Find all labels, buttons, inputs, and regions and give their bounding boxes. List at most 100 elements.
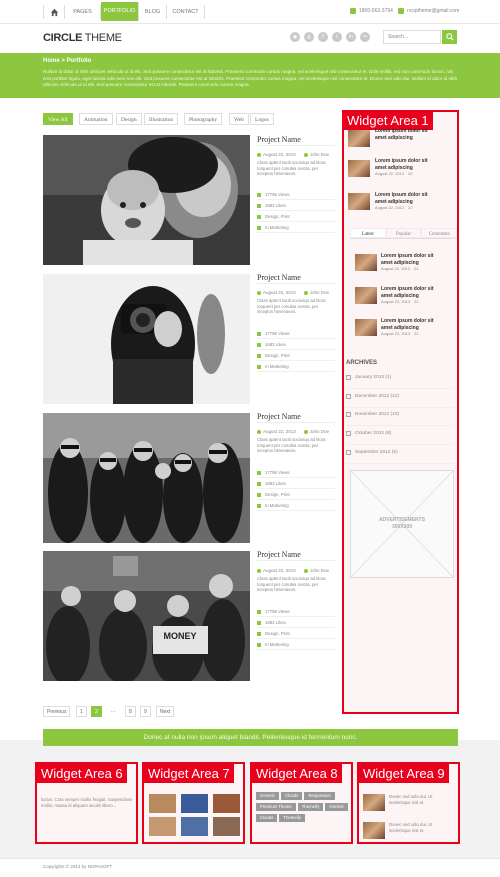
calendar-icon (346, 375, 351, 380)
eye-icon (257, 331, 261, 336)
project-title[interactable]: Project Name (257, 273, 301, 282)
post-thumbnail[interactable] (363, 822, 385, 839)
eye-icon (257, 470, 261, 475)
flickr-thumb[interactable] (181, 794, 208, 813)
filter-view-all[interactable]: View All (43, 113, 73, 125)
archives-heading: ARCHIVES (346, 360, 378, 366)
googleplus-icon[interactable]: g (304, 32, 314, 42)
tag-link[interactable]: Responsive (304, 792, 335, 800)
breadcrumb-home[interactable]: Home (43, 58, 60, 64)
pagination-page-current[interactable]: 2 (91, 706, 102, 717)
facebook-icon[interactable]: f (318, 32, 328, 42)
site-logo[interactable]: CIRCLE THEME (43, 32, 122, 44)
filter-logos[interactable]: Logos (250, 113, 274, 125)
project-likes: 1683 Likes (257, 620, 335, 628)
flickr-icon[interactable]: •• (360, 32, 370, 42)
project-likes: 1683 Likes (257, 342, 335, 350)
post-thumbnail[interactable] (348, 130, 370, 147)
divider (257, 422, 335, 423)
breadcrumb: Home > Portfolio (43, 58, 92, 64)
rss-icon[interactable]: ◉ (290, 32, 300, 42)
twitter-icon[interactable]: t (332, 32, 342, 42)
project-title[interactable]: Project Name (257, 135, 301, 144)
search-button[interactable] (442, 30, 457, 44)
sidebar-post[interactable]: Lorem ipsum dolor sit amet adipiscing Au… (375, 192, 433, 210)
divider (257, 560, 335, 561)
pagination-next[interactable]: Next (156, 706, 175, 717)
filter-illustration[interactable]: Illustration (144, 113, 179, 125)
project-image[interactable] (43, 135, 250, 265)
project-description: Class aptent taciti sociosqu ad litora t… (257, 437, 326, 454)
project-views: 17798 Views (257, 331, 335, 339)
tag-icon (257, 214, 261, 219)
flickr-thumb[interactable] (213, 794, 240, 813)
tag-link[interactable]: Themeify (297, 803, 324, 811)
post-thumbnail[interactable] (348, 160, 370, 177)
linkedin-icon[interactable]: in (346, 32, 356, 42)
project-title[interactable]: Project Name (257, 412, 301, 421)
tag-link[interactable]: Premium Theme (256, 803, 296, 811)
sidebar-post[interactable]: Lorem ipsum dolor sit amet adipiscing Au… (381, 318, 439, 336)
pagination-page[interactable]: 8 (125, 706, 136, 717)
sidebar-post[interactable]: Lorem ipsum dolor sit amet adipiscing Au… (381, 286, 439, 304)
nav-blog[interactable]: BLOG (139, 5, 167, 19)
tag-link[interactable]: Clouds (256, 814, 278, 822)
tag-link[interactable]: Themeify (279, 814, 306, 822)
bookmark-icon (257, 503, 261, 508)
post-thumbnail[interactable] (363, 794, 385, 811)
nav-portfolio[interactable]: PORTFOLIO (101, 2, 139, 21)
project-image[interactable]: MONEY (43, 551, 250, 681)
filter-design[interactable]: Design (116, 113, 142, 125)
widget-text: Donec sed odio dui. Ut scelerisque nisl … (389, 794, 433, 805)
post-thumbnail[interactable] (355, 287, 377, 304)
calendar-icon (346, 431, 351, 436)
heart-icon (257, 342, 261, 347)
flickr-thumb[interactable] (213, 817, 240, 836)
search-input[interactable]: Search... (383, 30, 441, 44)
project-tags: In Marketing (257, 225, 335, 233)
search-icon (445, 33, 454, 41)
project-likes: 1683 Likes (257, 481, 335, 489)
ad-placeholder[interactable]: ADVERTISEMENTS 300X300 (350, 470, 454, 578)
filter-web[interactable]: Web (229, 113, 249, 125)
flickr-thumb[interactable] (181, 817, 208, 836)
filter-photography[interactable]: Photography (184, 113, 223, 125)
project-description: Class aptent taciti sociosqu ad litora t… (257, 576, 326, 593)
archive-link[interactable]: September 2012 (5) (346, 442, 454, 464)
project-title[interactable]: Project Name (257, 550, 301, 559)
tab-popular[interactable]: Popular (385, 228, 422, 238)
pagination-page[interactable]: 9 (140, 706, 151, 717)
tab-latest[interactable]: Latest (350, 228, 386, 238)
widget-area-9: Widget Area 9 Donec sed odio dui. Ut sce… (357, 762, 460, 844)
post-meta: August 22, 2013 22 (381, 299, 419, 304)
post-thumbnail[interactable] (355, 254, 377, 271)
svg-text:MONEY: MONEY (163, 631, 196, 641)
sidebar-post[interactable]: Lorem ipsum dolor sit amet adipiscing Au… (381, 253, 439, 271)
pagination-page[interactable]: 1 (76, 706, 87, 717)
project-image[interactable] (43, 274, 250, 404)
tag-link[interactable]: Clouds (281, 792, 303, 800)
post-meta: August 22, 2013 22 (381, 266, 419, 271)
post-thumbnail[interactable] (348, 193, 370, 210)
sidebar-post[interactable]: Lorem ipsum dolor sit amet adipiscing Au… (375, 158, 433, 176)
flickr-thumb[interactable] (149, 794, 176, 813)
project-description: Class aptent taciti sociosqu ad litora t… (257, 298, 326, 315)
pagination-previous[interactable]: Previous (43, 706, 71, 717)
nav-contact[interactable]: CONTACT (167, 5, 205, 19)
tag-link[interactable]: Generic (256, 792, 280, 800)
tag-link[interactable]: Generic (325, 803, 349, 811)
project-categories: Design, Print (257, 353, 335, 361)
bookmark-icon (257, 364, 261, 369)
home-icon[interactable] (43, 5, 65, 19)
project-tags: In Marketing (257, 642, 335, 650)
email-info[interactable]: ncsptheme@gmail.com (398, 8, 459, 14)
project-views: 17798 Views (257, 609, 335, 617)
filter-animation[interactable]: Animation (79, 113, 113, 125)
baby-photo (43, 135, 250, 265)
tab-comments[interactable]: Comments (421, 228, 458, 238)
post-thumbnail[interactable] (355, 319, 377, 336)
nav-pages[interactable]: PAGES (65, 5, 101, 19)
sidebar-post[interactable]: Lorem ipsum dolor sit amet adipiscing (375, 128, 433, 141)
project-image[interactable] (43, 413, 250, 543)
flickr-thumb[interactable] (149, 817, 176, 836)
